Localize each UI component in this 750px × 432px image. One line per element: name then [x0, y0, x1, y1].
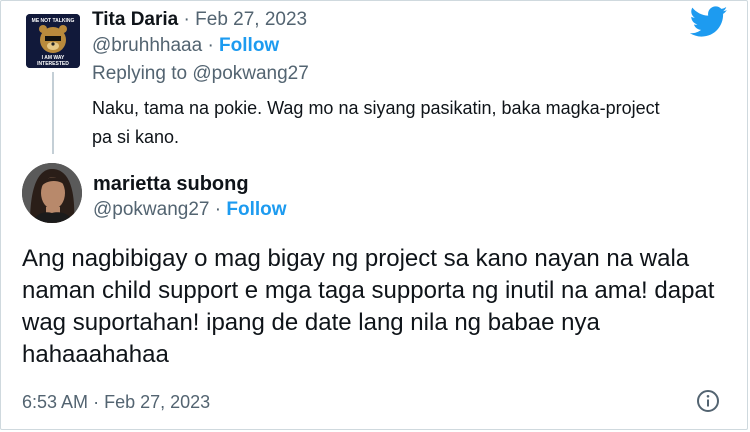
reply-handle-line: @bruhhhaaa · Follow	[92, 34, 279, 58]
avatar[interactable]: ME NOT TALKING I AM WAY INTERESTED	[26, 14, 80, 68]
avatar-top-text: ME NOT TALKING	[32, 18, 75, 24]
follow-button[interactable]: Follow	[219, 35, 279, 56]
thread-connector-line	[52, 72, 54, 154]
reply-author-name[interactable]: Tita Daria	[92, 9, 178, 30]
avatar[interactable]	[22, 163, 82, 223]
profile-photo-icon	[22, 163, 82, 223]
follow-button[interactable]: Follow	[226, 199, 286, 220]
replying-to-label: Replying to	[92, 63, 188, 84]
separator-dot: ·	[207, 35, 214, 56]
main-tweet-text: Ang nagbibigay o mag bigay ng project sa…	[22, 245, 715, 368]
reply-tweet-text: Naku, tama na pokie. Wag mo na siyang pa…	[92, 98, 660, 147]
tweet-timestamp[interactable]: 6:53 AM · Feb 27, 2023	[22, 390, 210, 414]
replying-to-line: Replying to @pokwang27	[92, 62, 309, 86]
separator-dot: ·	[93, 392, 100, 412]
reply-author-handle[interactable]: @bruhhhaaa	[92, 35, 202, 56]
reply-author-line: Tita Daria · Feb 27, 2023	[92, 8, 307, 32]
tweet-date[interactable]: Feb 27, 2023	[104, 392, 210, 412]
main-author-handle[interactable]: @pokwang27	[93, 199, 209, 220]
tweet-time[interactable]: 6:53 AM	[22, 392, 88, 412]
replying-to-mention[interactable]: @pokwang27	[192, 63, 308, 84]
bear-logo-avatar-icon: ME NOT TALKING I AM WAY INTERESTED	[26, 14, 80, 68]
main-handle-line: @pokwang27 · Follow	[93, 198, 287, 222]
separator-dot: ·	[183, 9, 190, 30]
twitter-bird-icon[interactable]	[690, 6, 728, 38]
info-icon[interactable]	[696, 389, 720, 413]
main-author-name[interactable]: marietta subong	[93, 172, 249, 196]
avatar-bottom-text-2: INTERESTED	[37, 61, 69, 67]
separator-dot: ·	[214, 199, 222, 220]
reply-tweet-date[interactable]: Feb 27, 2023	[195, 9, 307, 30]
